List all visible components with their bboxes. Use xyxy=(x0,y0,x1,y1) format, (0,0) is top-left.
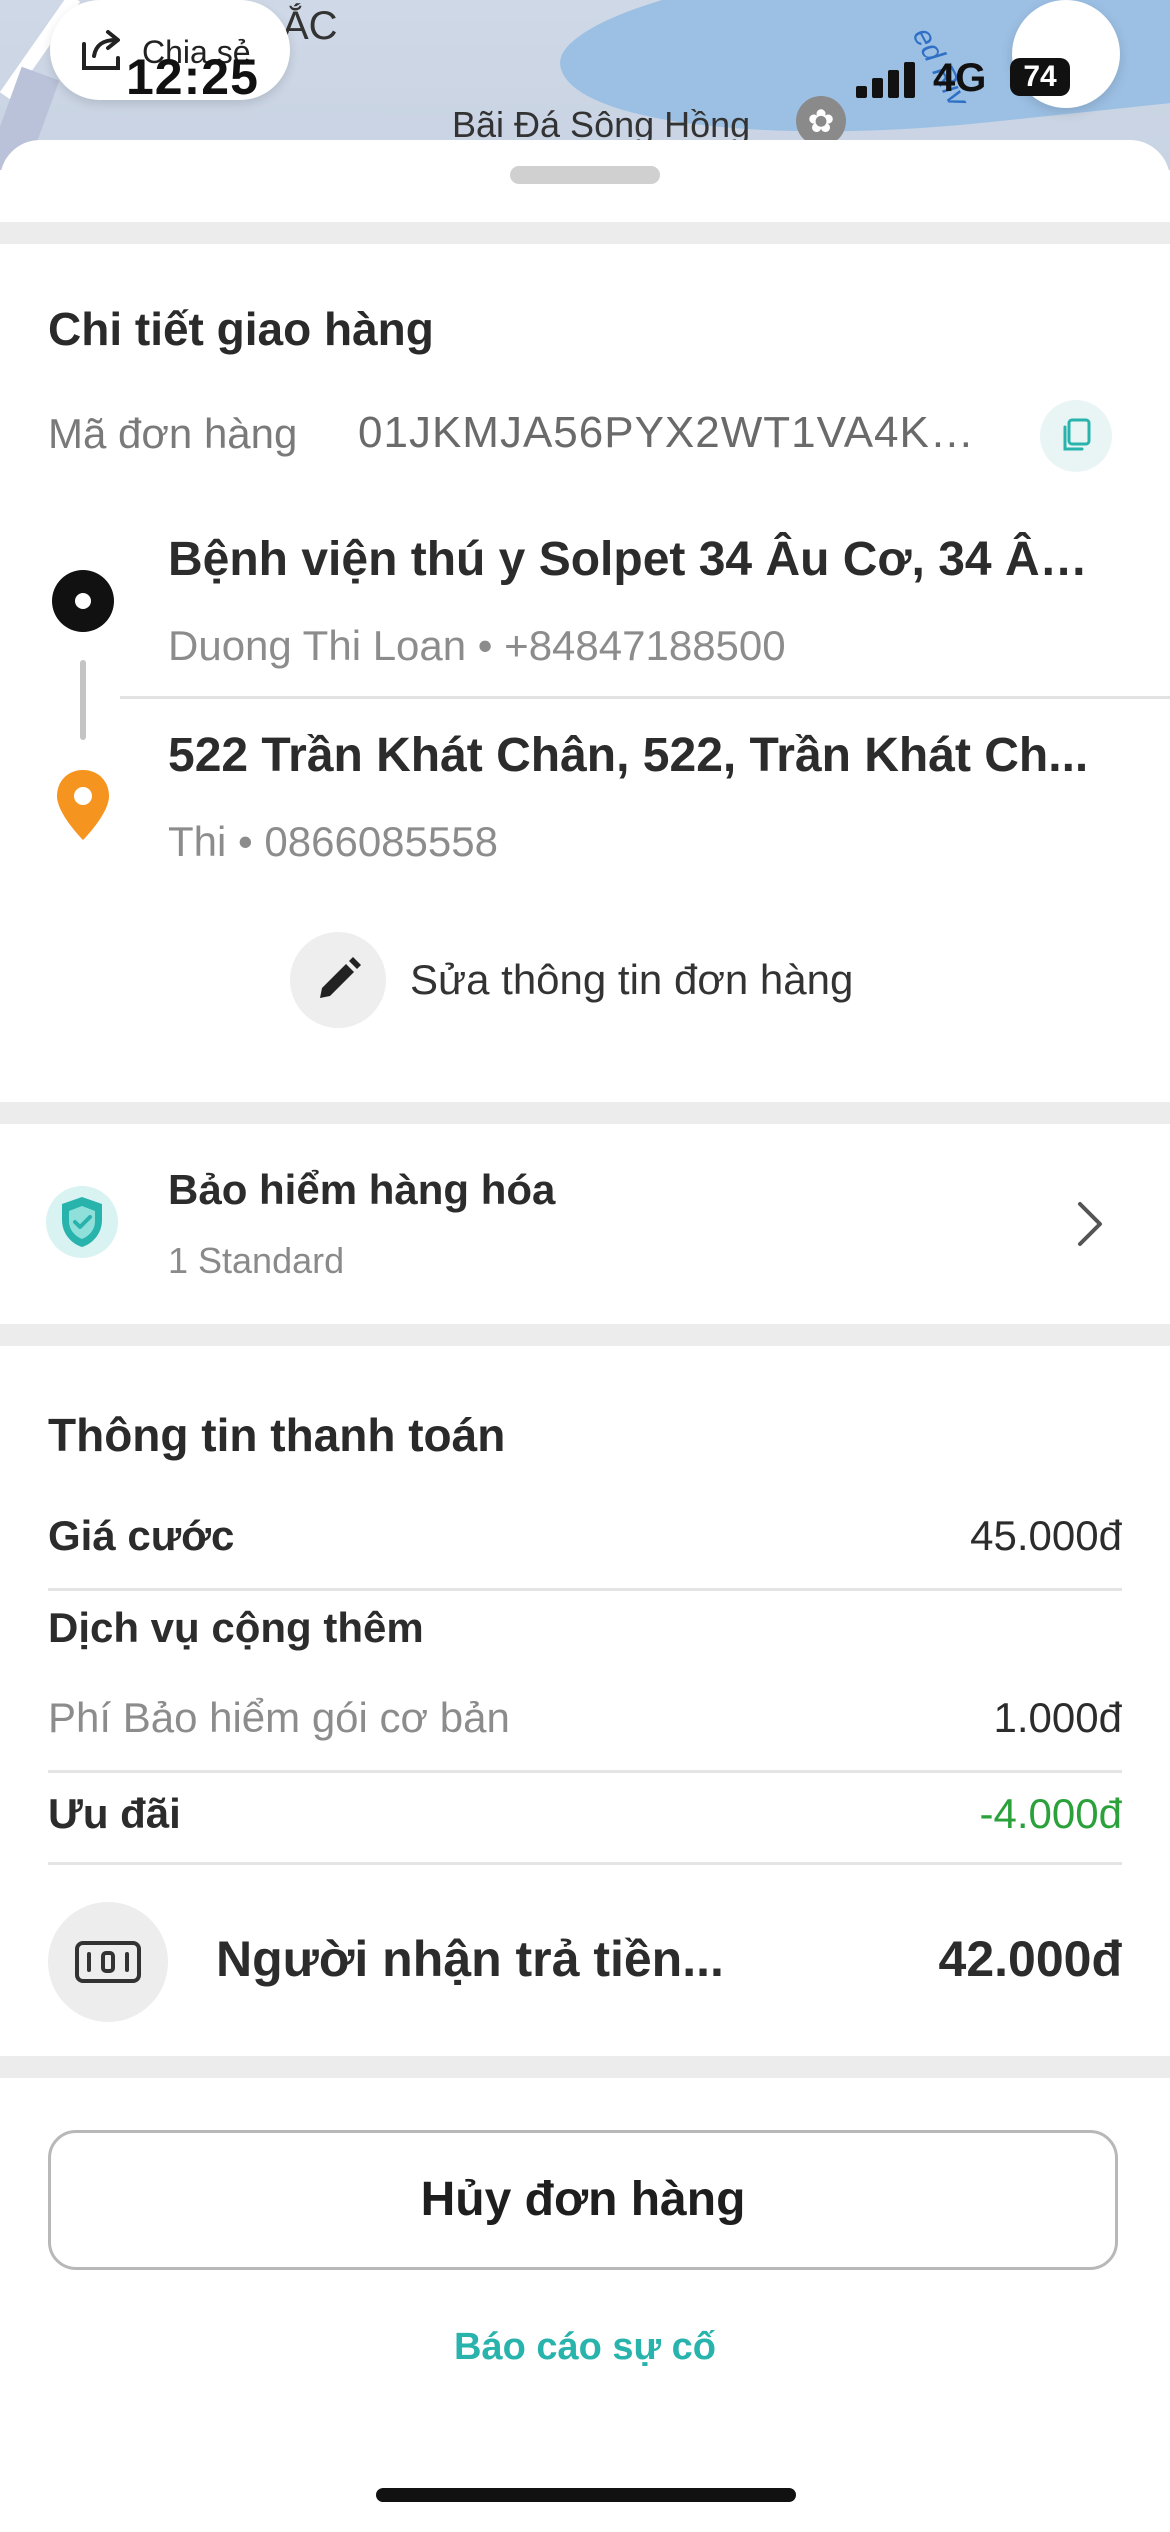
pickup-contact: Duong Thi Loan • +84847188500 xyxy=(168,622,786,669)
fare-label: Giá cước xyxy=(48,1512,235,1559)
insurance-fee-label: Phí Bảo hiểm gói cơ bản xyxy=(48,1694,510,1741)
route-connector xyxy=(80,660,86,740)
battery-icon: 74 xyxy=(1010,58,1070,96)
discount-value: -4.000đ xyxy=(979,1790,1122,1837)
payment-section-title: Thông tin thanh toán xyxy=(48,1409,506,1461)
sheet-drag-handle[interactable] xyxy=(510,166,660,184)
total-value: 42.000đ xyxy=(938,1931,1122,1987)
section-divider xyxy=(0,222,1170,244)
order-code-label: Mã đơn hàng xyxy=(48,410,298,457)
dropoff-address[interactable]: 522 Trần Khát Chân, 522, Trần Khát Ch... xyxy=(168,728,1108,783)
payment-divider xyxy=(48,1770,1122,1773)
section-divider xyxy=(0,2056,1170,2078)
delivery-section-title: Chi tiết giao hàng xyxy=(48,303,434,355)
chevron-right-icon[interactable] xyxy=(1070,1198,1110,1250)
edit-order-label[interactable]: Sửa thông tin đơn hàng xyxy=(410,956,853,1004)
insurance-fee-value: 1.000đ xyxy=(993,1694,1122,1741)
insurance-subtitle: 1 Standard xyxy=(168,1240,345,1281)
place-marker-icon: ✿ xyxy=(796,96,846,146)
cash-icon xyxy=(48,1902,168,2022)
fare-value: 45.000đ xyxy=(970,1512,1122,1559)
network-type: 4G xyxy=(933,56,987,100)
map-label: ẮC xyxy=(282,4,338,48)
insurance-shield-icon xyxy=(46,1186,118,1258)
home-indicator[interactable] xyxy=(376,2488,796,2502)
dropoff-contact: Thi • 0866085558 xyxy=(168,818,498,865)
order-code-value: 01JKMJA56PYX2WT1VA4KG... xyxy=(358,408,998,457)
cancel-order-button[interactable]: Hủy đơn hàng xyxy=(48,2130,1118,2270)
section-divider xyxy=(0,1102,1170,1124)
pickup-point-icon xyxy=(52,570,114,632)
edit-order-button[interactable] xyxy=(290,932,386,1028)
address-divider xyxy=(120,696,1170,699)
extras-label: Dịch vụ cộng thêm xyxy=(48,1604,424,1651)
cellular-signal-icon xyxy=(856,58,916,98)
discount-label: Ưu đãi xyxy=(48,1790,181,1837)
copy-icon xyxy=(1063,418,1091,451)
payer-label[interactable]: Người nhận trả tiền... xyxy=(216,1930,724,1988)
status-time: 12:25 xyxy=(126,49,259,105)
payment-divider xyxy=(48,1862,1122,1865)
payment-divider xyxy=(48,1588,1122,1591)
insurance-title[interactable]: Bảo hiểm hàng hóa xyxy=(168,1166,555,1214)
dropoff-pin-icon xyxy=(57,770,109,840)
report-issue-link[interactable]: Báo cáo sự cố xyxy=(0,2326,1170,2369)
share-icon xyxy=(82,30,120,70)
pencil-icon xyxy=(320,957,361,998)
section-divider xyxy=(0,1324,1170,1346)
pickup-address[interactable]: Bệnh viện thú y Solpet 34 Âu Cơ, 34 Âu..… xyxy=(168,532,1108,587)
copy-order-code-button[interactable] xyxy=(1040,400,1112,472)
